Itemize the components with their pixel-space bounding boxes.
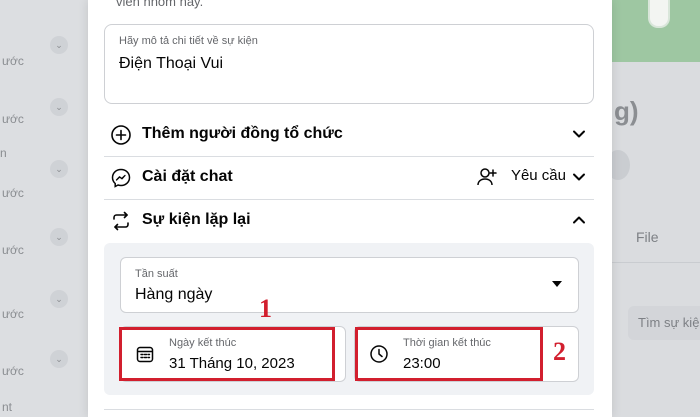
repeat-icon xyxy=(113,211,129,231)
highlight-box-end-date xyxy=(119,327,335,381)
sidebar-text: n xyxy=(0,146,7,160)
add-cohost-label: Thêm người đồng tổ chức xyxy=(142,125,343,142)
highlight-box-end-time xyxy=(355,327,543,381)
sidebar-text: ước xyxy=(2,307,24,321)
annotation-number-2: 2 xyxy=(553,337,566,366)
divider xyxy=(104,409,594,410)
chevron-down-icon: ⌄ xyxy=(50,350,68,368)
right-panel-dimmed xyxy=(612,0,700,417)
chevron-down-icon: ⌄ xyxy=(50,290,68,308)
chevron-down-icon xyxy=(573,130,585,138)
sidebar-text: ước xyxy=(2,54,24,68)
frequency-select[interactable]: Tần suất Hàng ngày xyxy=(120,257,579,313)
chat-settings-label: Cài đặt chat xyxy=(142,168,233,185)
description-value[interactable]: Điện Thoại Vui xyxy=(119,55,223,73)
dropdown-caret-icon xyxy=(552,281,562,287)
search-events-input: Tìm sự kiệ xyxy=(628,306,700,340)
sidebar-text: nt xyxy=(2,400,13,414)
frequency-label: Tần suất xyxy=(135,268,178,280)
sidebar-text: ước xyxy=(2,186,24,200)
chevron-down-icon: ⌄ xyxy=(50,98,68,116)
description-label: Hãy mô tả chi tiết về sự kiện xyxy=(119,35,258,47)
chevron-down-icon: ⌄ xyxy=(50,160,68,178)
cover-image-detail xyxy=(648,0,670,28)
divider xyxy=(612,262,700,263)
repeat-event-row[interactable]: Sự kiện lặp lại xyxy=(104,200,594,242)
add-person-icon xyxy=(477,168,497,186)
chevron-down-icon xyxy=(573,173,585,181)
chat-settings-row[interactable]: Cài đặt chat Yêu cầu xyxy=(104,157,594,200)
annotation-number-1: 1 xyxy=(259,294,272,323)
chevron-down-icon: ⌄ xyxy=(50,228,68,246)
description-field[interactable]: Hãy mô tả chi tiết về sự kiện Điện Thoại… xyxy=(104,24,594,104)
sidebar-text: ước xyxy=(2,364,24,378)
repeat-event-label: Sự kiện lặp lại xyxy=(142,211,251,228)
chevron-up-icon xyxy=(573,216,585,224)
messenger-icon xyxy=(111,168,131,188)
background-title-fragment: g) xyxy=(614,96,639,126)
helper-text: viên nhóm này. xyxy=(116,0,204,9)
sidebar-text: ước xyxy=(2,112,24,126)
add-cohost-row[interactable]: Thêm người đồng tổ chức xyxy=(104,114,594,157)
chat-request-value: Yêu cầu xyxy=(510,167,566,184)
plus-circle-icon xyxy=(111,125,131,145)
sidebar-text: ước xyxy=(2,243,24,257)
tab-file: File xyxy=(636,229,659,245)
chevron-down-icon: ⌄ xyxy=(50,36,68,54)
frequency-value: Hàng ngày xyxy=(135,286,213,303)
left-sidebar-dimmed: ước ⌄ ước ⌄ n ước ⌄ ước ⌄ ước ⌄ ước ⌄ nt xyxy=(0,0,88,417)
